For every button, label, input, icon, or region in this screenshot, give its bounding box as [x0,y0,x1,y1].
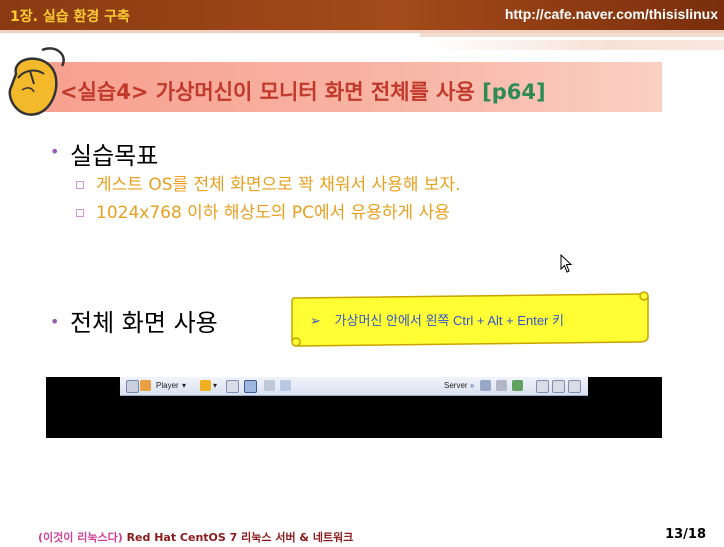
bullet-dot: • [50,312,60,331]
slide-title-main: <실습4> 가상머신이 모니터 화면 전체를 사용 [60,80,475,104]
square-bullet-icon [76,209,84,217]
callout-text: ➢ 가상머신 안에서 왼쪽 Ctrl + Alt + Enter 키 [310,310,564,329]
footer-book-paren: (이것이 리눅스다) [38,531,123,544]
chapter-label: 1장. 실습 환경 구축 [10,9,130,25]
callout-shortcut: 가상머신 안에서 왼쪽 Ctrl + Alt + Enter 키 [334,313,564,328]
footer-book: (이것이 리눅스다) Red Hat CentOS 7 리눅스 서버 & 네트워… [38,529,353,545]
sub-item-1-text: 게스트 OS를 전체 화면으로 꽉 채워서 사용해 보자. [96,175,461,195]
bullet-dot: • [50,142,60,161]
slide-title-page: [p64] [482,80,546,104]
bullet-fullscreen: 전체 화면 사용 [70,309,218,337]
header-stripe-2 [420,33,724,37]
chevron-down-icon[interactable]: ▾ [213,379,217,393]
close-icon[interactable] [568,380,581,393]
sub-item-2: 1024x768 이하 해상도의 PC에서 유용하게 사용 [76,198,450,223]
device-icon[interactable] [496,380,507,391]
page-number: 13/18 [665,527,706,542]
chevron-right-icon[interactable]: » [470,379,474,393]
chevron-down-icon[interactable]: ▾ [182,379,186,393]
minimize-icon[interactable] [536,380,549,393]
pause-icon[interactable] [200,380,211,391]
header-stripe-3 [430,40,724,50]
sub-item-1: 게스트 OS를 전체 화면으로 꽉 채워서 사용해 보자. [76,170,461,195]
square-bullet-icon [76,181,84,189]
player-icon[interactable] [126,380,139,393]
site-url: http://cafe.naver.com/thisislinux [504,6,718,22]
vmware-toolbar: Player ▾ ▾ Server » [120,377,588,396]
arrow-bullet-icon: ➢ [310,313,321,328]
device-icon[interactable] [512,380,523,391]
player-menu[interactable]: Player [156,379,179,393]
unity-icon[interactable] [264,380,275,391]
network-icon[interactable] [226,380,239,393]
server-menu[interactable]: Server [444,379,468,393]
footer-book-title: Red Hat CentOS 7 리눅스 서버 & 네트워크 [126,531,354,544]
snapshot-icon[interactable] [280,380,291,391]
sub-item-2-text: 1024x768 이하 해상도의 PC에서 유용하게 사용 [96,203,450,223]
cursor-icon [560,254,573,273]
restore-icon[interactable] [552,380,565,393]
slide-title: <실습4> 가상머신이 모니터 화면 전체를 사용 [p64] [60,76,546,106]
library-icon[interactable] [140,380,151,391]
fullscreen-icon[interactable] [244,380,257,393]
device-icon[interactable] [480,380,491,391]
bullet-goal: 실습목표 [70,142,159,170]
